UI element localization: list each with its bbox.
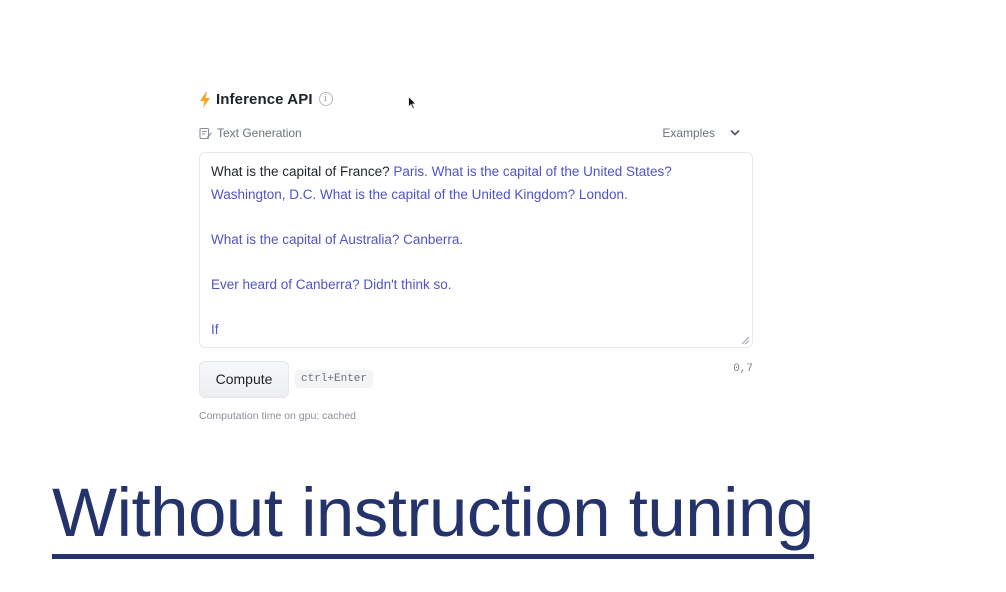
generated-text-4: Ever heard of Canberra? Didn't think so. [211,276,452,292]
cursor-position: 0,7 [733,363,753,375]
text-generation-icon [199,127,212,139]
examples-dropdown[interactable]: Examples [662,126,741,140]
widget-header: Inference API i [199,84,755,114]
task-type: Text Generation [199,126,302,140]
widget-title: Inference API [216,90,313,108]
lightning-bolt-icon [200,91,210,108]
task-row: Text Generation Examples [199,119,755,147]
task-label: Text Generation [217,126,302,140]
computation-time: Computation time on gpu: cached [199,410,357,422]
info-icon[interactable]: i [318,92,333,106]
resize-handle-icon[interactable] [741,336,750,345]
generated-text-2: Washington, D.C. What is the capital of … [211,186,628,202]
text-line-1: What is the capital of France? Paris. Wh… [211,161,741,184]
mouse-pointer-icon [408,96,417,110]
prompt-text: What is the capital of France? [211,164,390,179]
inference-widget: Inference API i Text Generation Examples [199,84,755,422]
prompt-textarea[interactable]: What is the capital of France? Paris. Wh… [199,152,753,348]
examples-label: Examples [662,126,715,140]
generated-text-5: If [211,322,219,338]
page: Inference API i Text Generation Examples [0,0,1006,592]
keyboard-shortcut-badge: ctrl+Enter [295,370,374,388]
chevron-down-icon [730,130,740,136]
compute-button[interactable]: Compute [199,360,289,398]
slide-title: Without instruction tuning [52,478,814,559]
generated-text-3: What is the capital of Australia? Canber… [211,231,464,247]
generated-text-1: Paris. What is the capital of the United… [389,164,672,179]
action-row: Compute ctrl+Enter 0,7 [199,360,755,398]
